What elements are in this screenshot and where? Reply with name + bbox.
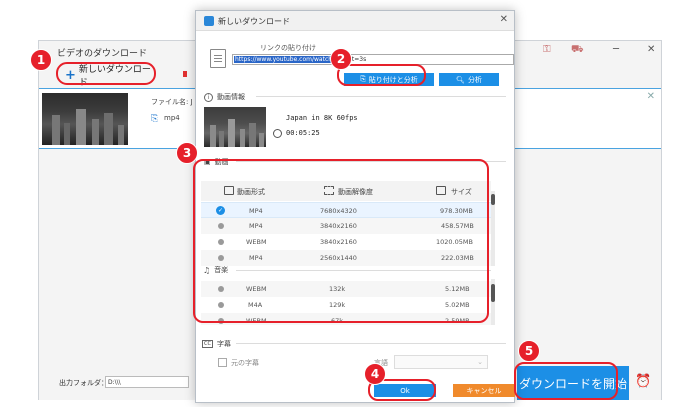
divider [256,96,506,97]
cancel-button[interactable]: キャンセル [453,384,515,397]
video-thumbnail [204,107,266,147]
minimize-icon[interactable]: ─ [613,44,619,55]
video-info-label: 動画情報 [217,93,245,101]
video-info-heading: i 動画情報 [204,92,245,102]
url-label: リンクの貼り付け [260,44,316,52]
analyze-label: 分析 [467,75,482,84]
download-item-thumbnail [42,93,128,145]
app-logo-icon [204,16,214,26]
dialog-title: 新しいダウンロード [218,17,290,26]
info-icon: i [204,92,213,102]
search-icon: 🔍︎ [456,75,465,84]
callout-badge-1: 1 [30,49,52,71]
subtitle-cc-icon: CC [202,340,213,348]
callout-ring-new-download [56,62,156,85]
video-list-scroll-thumb[interactable] [491,194,495,205]
output-folder-field[interactable]: D:\\\ [105,376,189,388]
format-icon: ⎘ [151,114,159,124]
url-selected-text: https://www.youtube.com/watch? [234,56,337,63]
audio-list-scroll-thumb[interactable] [491,284,495,302]
dialog-titlebar: 新しいダウンロード ✕ [196,11,514,31]
callout-ring-start-download [514,362,618,400]
callout-badge-3: 3 [176,142,198,164]
app-window-controls: ⚿ ⛟ ─ ✕ [543,44,659,58]
close-icon[interactable]: ✕ [647,44,655,55]
clock-icon [273,129,282,138]
document-icon [210,49,226,68]
remove-item-icon[interactable]: ✕ [647,91,655,102]
language-select[interactable]: ⌄ [394,355,488,369]
video-duration: 00:05:25 [286,129,320,137]
callout-badge-5: 5 [518,340,540,362]
callout-badge-2: 2 [330,48,352,70]
original-subtitle-checkbox[interactable] [218,358,227,367]
cart-icon[interactable]: ⛟ [571,44,584,57]
original-subtitle-label: 元の字幕 [231,359,259,367]
subtitle-heading: CC 字幕 [202,339,231,349]
file-name-label: ファイル名: J [151,98,193,106]
divider [236,343,506,344]
dialog-close-icon[interactable]: ✕ [500,14,508,25]
callout-badge-4: 4 [364,363,386,385]
app-title: ビデオのダウンロード [57,49,148,59]
analyze-button[interactable]: 🔍︎ 分析 [439,73,499,86]
app-accent-mark [183,71,187,77]
video-title: Japan in 8K 60fps [286,114,358,122]
subtitle-label: 字幕 [216,340,231,348]
chevron-down-icon: ⌄ [477,358,483,366]
file-format: mp4 [164,114,180,122]
callout-ring-format-list [193,159,489,323]
callout-ring-paste-analyze [337,64,426,86]
output-folder-label: 出力フォルダ： [59,379,108,387]
key-icon[interactable]: ⚿ [543,44,551,55]
alarm-clock-icon[interactable]: ⏰ [635,374,651,389]
